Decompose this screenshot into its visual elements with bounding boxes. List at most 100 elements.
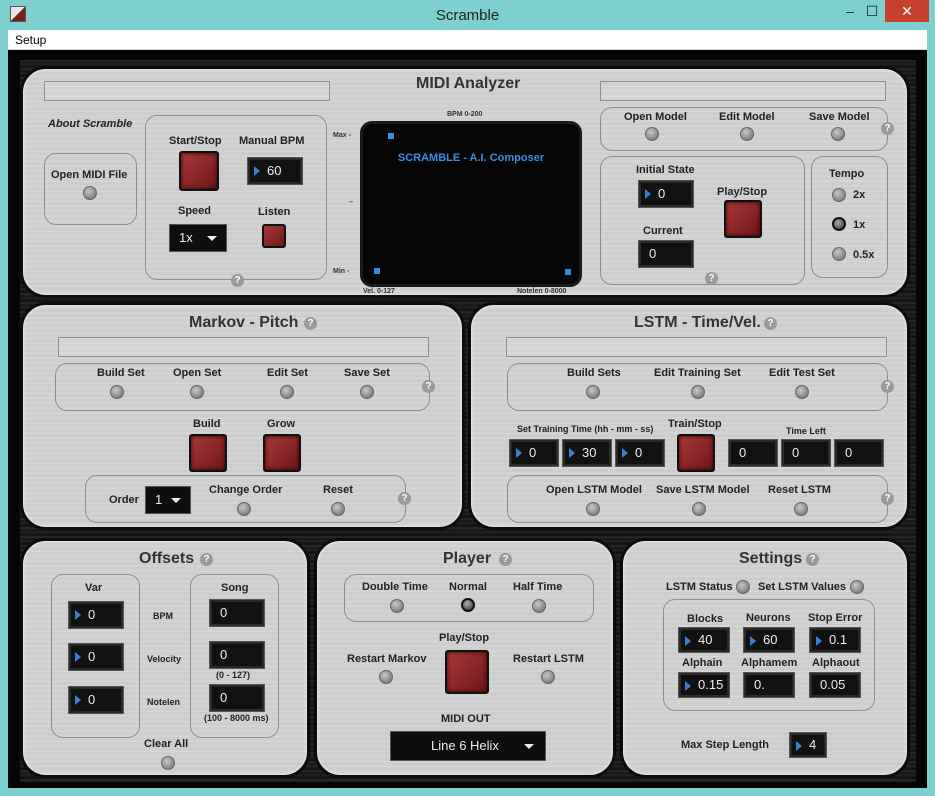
build-set-button[interactable]: [110, 385, 124, 399]
tempo-1x-radio[interactable]: [832, 217, 846, 231]
order-value: 1: [155, 492, 163, 507]
scope-marker-bottom-right: [565, 269, 571, 275]
about-scramble-link[interactable]: About Scramble: [48, 118, 132, 130]
save-lstm-button[interactable]: [692, 502, 706, 516]
change-order-button[interactable]: [237, 502, 251, 516]
open-lstm-label: Open LSTM Model: [546, 484, 642, 496]
analyzer-play-stop-label: Play/Stop: [717, 186, 768, 198]
order-help-icon[interactable]: ?: [398, 492, 411, 505]
set-lstm-values-button[interactable]: [850, 580, 864, 594]
build-label: Build: [193, 418, 221, 430]
player-play-stop-button[interactable]: [445, 650, 489, 694]
menu-setup[interactable]: Setup: [15, 33, 46, 47]
scope-vel-label: Vel. 0-127: [363, 288, 395, 295]
edit-test-label: Edit Test Set: [769, 367, 835, 379]
speed-dropdown[interactable]: 1x: [169, 224, 227, 252]
normal-radio[interactable]: [461, 598, 475, 612]
edit-training-button[interactable]: [691, 385, 705, 399]
alphamem-field[interactable]: 0.: [743, 672, 795, 698]
alphain-field[interactable]: 0.15: [678, 672, 730, 698]
edit-training-label: Edit Training Set: [654, 367, 741, 379]
lstm-set-help-icon[interactable]: ?: [881, 380, 894, 393]
markov-reset-button[interactable]: [331, 502, 345, 516]
background: MIDI Analyzer About Scramble Open MIDI F…: [20, 60, 916, 782]
tempo-05x-radio[interactable]: [832, 247, 846, 261]
alphaout-field[interactable]: 0.05: [809, 672, 861, 698]
tempo-05x-label: 0.5x: [853, 249, 875, 261]
song-notelen-field[interactable]: 0: [209, 684, 265, 712]
midi-out-dropdown[interactable]: Line 6 Helix: [390, 731, 546, 761]
chevron-down-icon: [207, 236, 217, 241]
reset-lstm-button[interactable]: [794, 502, 808, 516]
listen-button[interactable]: [262, 224, 286, 248]
save-set-button[interactable]: [360, 385, 374, 399]
half-time-radio[interactable]: [532, 599, 546, 613]
lstm-model-help-icon[interactable]: ?: [881, 492, 894, 505]
restart-markov-label: Restart Markov: [347, 653, 427, 665]
double-time-radio[interactable]: [390, 599, 404, 613]
open-lstm-button[interactable]: [586, 502, 600, 516]
alphain-label: Alphain: [682, 657, 723, 669]
build-sets-button[interactable]: [586, 385, 600, 399]
offsets-help-icon[interactable]: ?: [200, 553, 213, 566]
state-help-icon[interactable]: ?: [705, 272, 718, 285]
scope-mid-label: –: [349, 199, 353, 206]
start-stop-button[interactable]: [179, 151, 219, 191]
model-help-icon[interactable]: ?: [881, 122, 894, 135]
train-stop-button[interactable]: [677, 434, 715, 472]
restart-markov-button[interactable]: [379, 670, 393, 684]
initial-state-field[interactable]: 0: [638, 180, 694, 208]
tempo-2x-radio[interactable]: [832, 188, 846, 202]
close-button[interactable]: ✕: [885, 0, 929, 22]
player-panel: Player ? Double Time Normal Half Time Pl…: [314, 538, 616, 778]
markov-set-help-icon[interactable]: ?: [422, 380, 435, 393]
analyzer-play-stop-button[interactable]: [724, 200, 762, 238]
open-set-button[interactable]: [190, 385, 204, 399]
build-set-label: Build Set: [97, 367, 145, 379]
markov-panel: Markov - Pitch ? Build Set Open Set Edit…: [20, 302, 465, 530]
chevron-down-icon: [171, 498, 181, 503]
manual-bpm-field[interactable]: 60: [247, 157, 303, 185]
tempo-label: Tempo: [829, 168, 865, 180]
var-notelen-field[interactable]: 0: [68, 686, 124, 714]
restart-lstm-button[interactable]: [541, 670, 555, 684]
max-step-label: Max Step Length: [681, 739, 770, 751]
menu-bar: Setup: [8, 30, 927, 50]
transport-help-icon[interactable]: ?: [231, 274, 244, 287]
grow-button[interactable]: [263, 434, 301, 472]
settings-title: Settings: [739, 550, 803, 567]
training-hh-field[interactable]: 0: [509, 439, 559, 467]
clear-all-button[interactable]: [161, 756, 175, 770]
var-velocity-field[interactable]: 0: [68, 643, 124, 671]
markov-help-icon[interactable]: ?: [304, 317, 317, 330]
alphaout-label: Alphaout: [812, 657, 860, 669]
neurons-field[interactable]: 60: [743, 627, 795, 653]
save-model-button[interactable]: [831, 127, 845, 141]
training-mm-field[interactable]: 30: [562, 439, 612, 467]
blocks-field[interactable]: 40: [678, 627, 730, 653]
double-time-label: Double Time: [362, 581, 428, 593]
offsets-title: Offsets: [139, 550, 195, 567]
order-dropdown[interactable]: 1: [145, 486, 191, 514]
edit-set-button[interactable]: [280, 385, 294, 399]
player-help-icon[interactable]: ?: [499, 553, 512, 566]
max-step-field[interactable]: 4: [789, 732, 827, 758]
maximize-button[interactable]: ☐: [858, 0, 886, 22]
open-midi-button[interactable]: [83, 186, 97, 200]
chevron-down-icon: [524, 744, 534, 749]
edit-test-button[interactable]: [795, 385, 809, 399]
song-velocity-field[interactable]: 0: [209, 641, 265, 669]
scope-title: SCRAMBLE - A.I. Composer: [397, 152, 545, 164]
lstm-help-icon[interactable]: ?: [764, 317, 777, 330]
edit-model-button[interactable]: [740, 127, 754, 141]
stop-error-field[interactable]: 0.1: [809, 627, 861, 653]
build-button[interactable]: [189, 434, 227, 472]
open-model-button[interactable]: [645, 127, 659, 141]
var-bpm-field[interactable]: 0: [68, 601, 124, 629]
settings-help-icon[interactable]: ?: [806, 553, 819, 566]
training-ss-field[interactable]: 0: [615, 439, 665, 467]
analyzer-slot-right: [600, 81, 886, 101]
notelen-range-label: (100 - 8000 ms): [204, 713, 269, 723]
scope-notelen-label: Notelen 0-8000: [517, 288, 567, 295]
song-bpm-field[interactable]: 0: [209, 599, 265, 627]
